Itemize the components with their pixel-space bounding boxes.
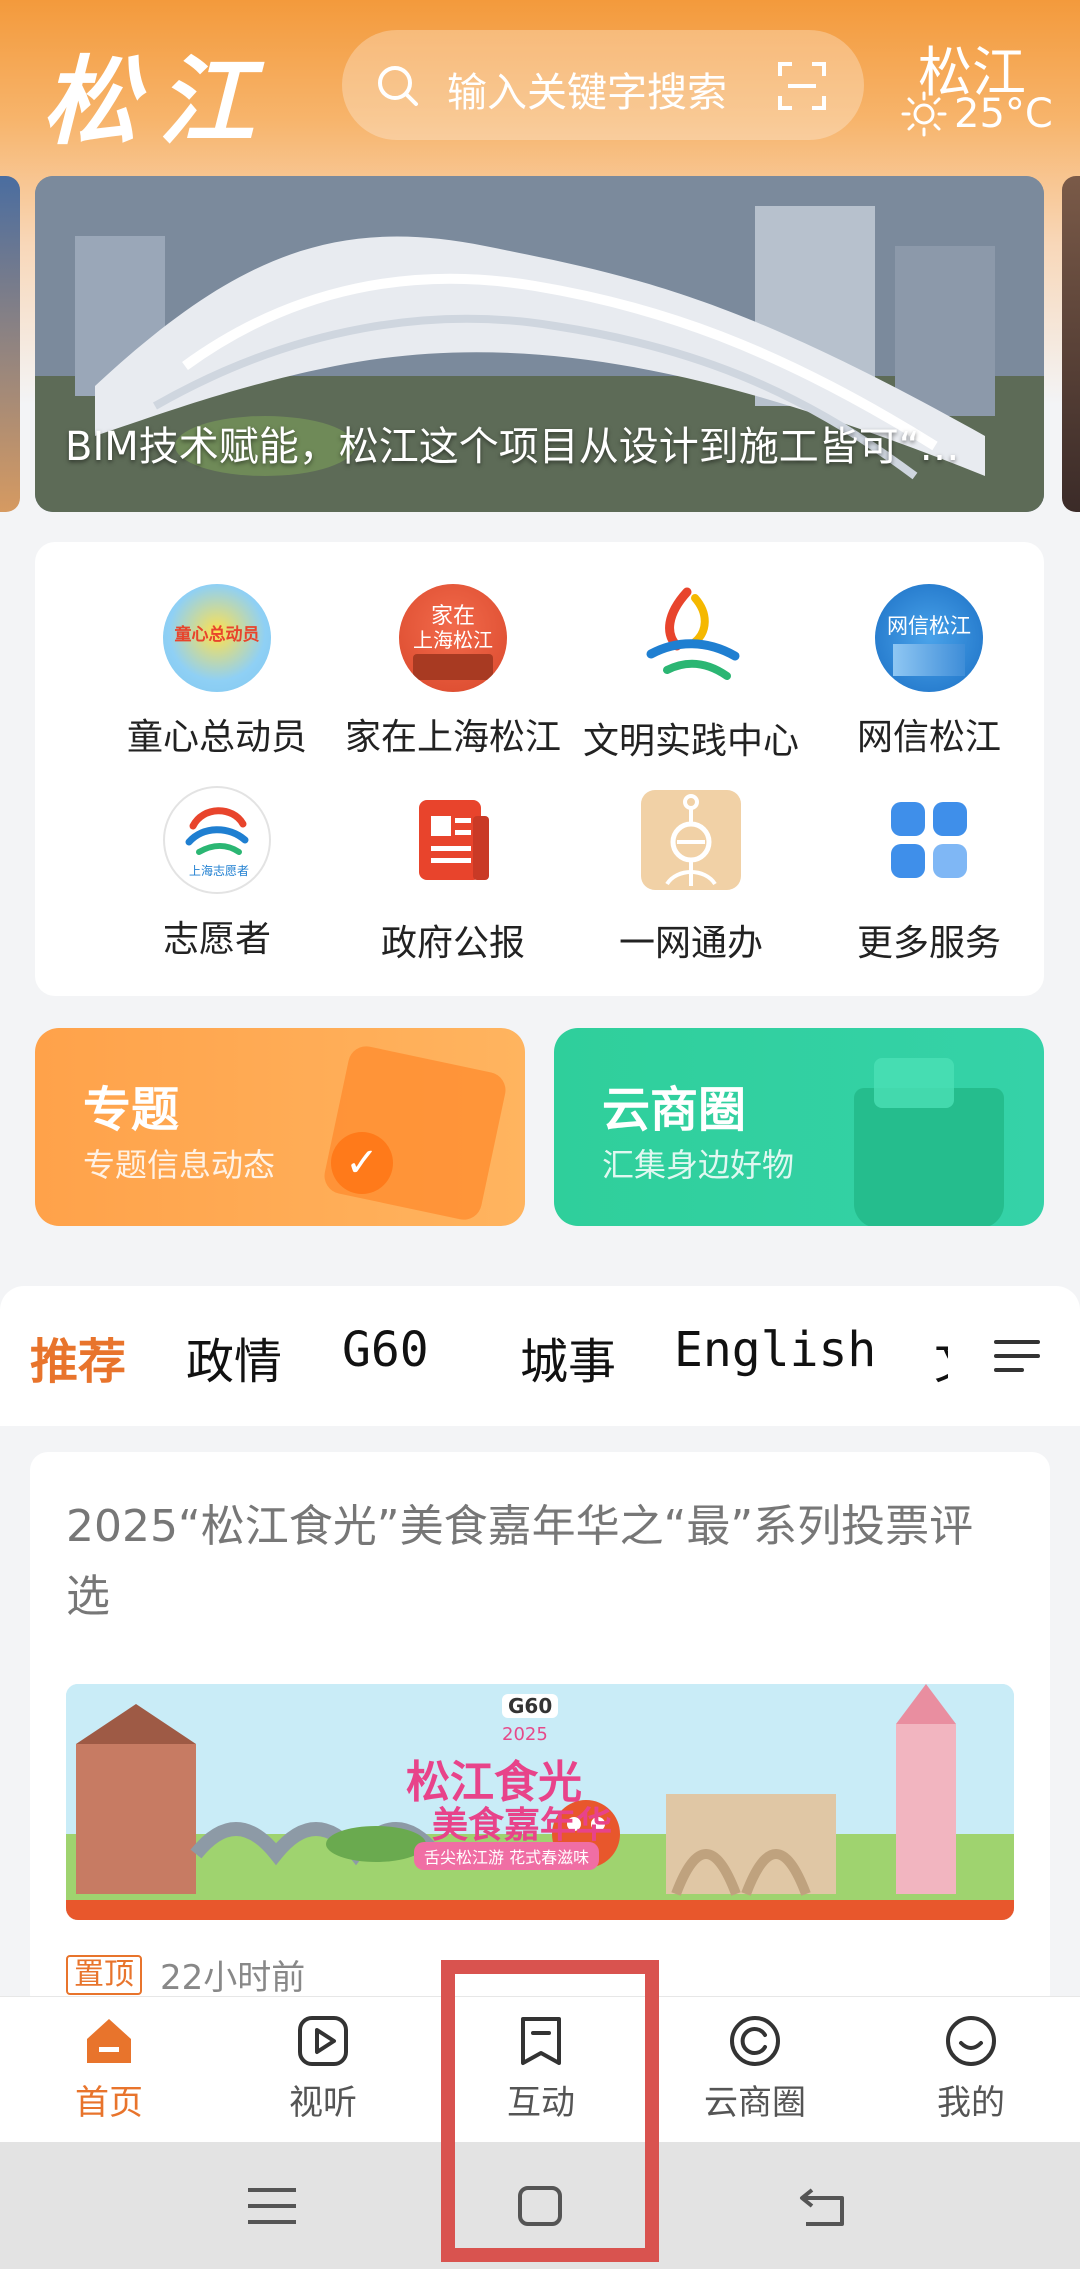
search-placeholder: 输入关键字搜索 bbox=[447, 70, 727, 116]
service-label: 政府公报 bbox=[380, 923, 525, 964]
service-civilization[interactable]: 文明实践中心 bbox=[571, 584, 811, 764]
search-icon bbox=[378, 66, 418, 106]
volunteer-icon: 上海志愿者 bbox=[163, 786, 271, 894]
net-info-icon: 网信松江 bbox=[875, 584, 983, 692]
service-label: 志愿者 bbox=[162, 919, 271, 960]
nav-label: 视听 bbox=[289, 2083, 357, 2123]
menu-icon[interactable] bbox=[994, 1336, 1040, 1376]
image-tagline: 舌尖松江游 花式春滋味 bbox=[414, 1842, 600, 1870]
nav-label: 我的 bbox=[937, 2083, 1005, 2123]
gazette-icon bbox=[419, 800, 489, 880]
news-feed: 2025“松江食光”美食嘉年华之“最”系列投票评选 G60 2025 松江食光 … bbox=[0, 1426, 1080, 2012]
services-card: 童心总动员 童心总动员 家在 上海松江 家在上海松江 文明实践中心 网信松江 网… bbox=[35, 542, 1044, 996]
image-year: 2025 bbox=[502, 1724, 548, 1745]
scan-icon[interactable] bbox=[776, 60, 828, 112]
more-grid-icon bbox=[891, 802, 967, 878]
banner-prev-peek[interactable] bbox=[0, 176, 20, 512]
category-tabs: 推荐 政情 G60 城事 English 文 bbox=[0, 1286, 1080, 1426]
recent-apps-icon[interactable] bbox=[244, 2184, 300, 2228]
banner-carousel[interactable]: BIM技术赋能，松江这个项目从设计到施工皆可“… bbox=[0, 176, 1080, 512]
banner-caption: BIM技术赋能，松江这个项目从设计到施工皆可“… bbox=[65, 424, 960, 470]
banner-next-peek[interactable] bbox=[1062, 176, 1080, 512]
nav-label: 首页 bbox=[75, 2083, 143, 2123]
news-title: 2025“松江食光”美食嘉年华之“最”系列投票评选 bbox=[66, 1501, 974, 1622]
service-net-info[interactable]: 网信松江 网信松江 bbox=[809, 584, 1049, 764]
news-time: 22小时前 bbox=[160, 1958, 306, 1998]
image-subheadline: 美食嘉年华 bbox=[432, 1805, 613, 1846]
profile-icon bbox=[946, 2016, 996, 2066]
image-logo: G60 bbox=[502, 1694, 559, 1718]
sun-icon bbox=[901, 91, 947, 137]
app-logo: 松江 bbox=[42, 45, 274, 158]
promo-topics-card[interactable]: ✓ 专题 专题信息动态 bbox=[35, 1028, 525, 1226]
kids-badge-icon: 童心总动员 bbox=[163, 584, 271, 692]
service-label: 文明实践中心 bbox=[582, 721, 799, 762]
tab-g60[interactable]: G60 bbox=[342, 1322, 429, 1378]
tab-recommend[interactable]: 推荐 bbox=[30, 1322, 126, 1392]
news-image: G60 2025 松江食光 美食嘉年华 舌尖松江游 花式春滋味 bbox=[66, 1684, 1014, 1920]
cloud-shop-icon bbox=[730, 2016, 780, 2066]
service-label: 童心总动员 bbox=[126, 717, 307, 758]
service-kids[interactable]: 童心总动员 童心总动员 bbox=[97, 584, 337, 764]
nav-profile[interactable]: 我的 bbox=[896, 2013, 1046, 2124]
back-icon[interactable] bbox=[796, 2184, 852, 2228]
nav-cloud-shop[interactable]: 云商圈 bbox=[680, 2013, 830, 2124]
service-volunteer[interactable]: 上海志愿者 志愿者 bbox=[97, 786, 337, 966]
highlight-box bbox=[441, 1960, 659, 2262]
tab-city[interactable]: 城事 bbox=[520, 1322, 616, 1392]
news-card[interactable]: 2025“松江食光”美食嘉年华之“最”系列投票评选 G60 2025 松江食光 … bbox=[30, 1452, 1050, 2012]
weather-widget[interactable]: 25°C bbox=[900, 90, 1053, 138]
nav-video[interactable]: 视听 bbox=[248, 2013, 398, 2124]
basket-icon bbox=[854, 1088, 1004, 1226]
play-icon bbox=[298, 2016, 348, 2066]
service-label: 家在上海松江 bbox=[344, 717, 561, 758]
home-icon bbox=[87, 2019, 131, 2063]
nav-label: 云商圈 bbox=[704, 2083, 806, 2123]
tab-culture-partial[interactable]: 文 bbox=[934, 1322, 948, 1392]
service-label: 更多服务 bbox=[856, 923, 1001, 964]
tab-politics[interactable]: 政情 bbox=[186, 1322, 282, 1392]
temperature: 25°C bbox=[954, 91, 1053, 137]
civilization-center-icon bbox=[646, 587, 740, 680]
pinned-badge: 置顶 bbox=[66, 1954, 142, 1995]
service-label: 一网通办 bbox=[618, 923, 763, 964]
service-one-network[interactable]: 一网通办 bbox=[571, 786, 811, 966]
search-bar[interactable]: 输入关键字搜索 bbox=[342, 30, 864, 140]
promo-cloud-shop-card[interactable]: 云商圈 汇集身边好物 bbox=[554, 1028, 1044, 1226]
service-label: 网信松江 bbox=[856, 717, 1001, 758]
check-icon: ✓ bbox=[331, 1132, 393, 1194]
promo-subtitle: 汇集身边好物 bbox=[602, 1146, 795, 1184]
nav-home[interactable]: 首页 bbox=[34, 2013, 184, 2124]
one-network-icon bbox=[641, 790, 741, 890]
home-songjiang-icon: 家在 上海松江 bbox=[399, 584, 507, 692]
promo-title: 云商圈 bbox=[602, 1082, 747, 1138]
service-more[interactable]: 更多服务 bbox=[809, 786, 1049, 966]
promo-title: 专题 bbox=[83, 1082, 180, 1138]
news-meta: 置顶 22小时前 bbox=[66, 1950, 305, 1999]
promo-subtitle: 专题信息动态 bbox=[83, 1146, 276, 1184]
banner-slide[interactable]: BIM技术赋能，松江这个项目从设计到施工皆可“… bbox=[35, 176, 1044, 512]
service-home-songjiang[interactable]: 家在 上海松江 家在上海松江 bbox=[333, 584, 573, 764]
service-gazette[interactable]: 政府公报 bbox=[333, 786, 573, 966]
tab-english[interactable]: English bbox=[674, 1322, 876, 1378]
